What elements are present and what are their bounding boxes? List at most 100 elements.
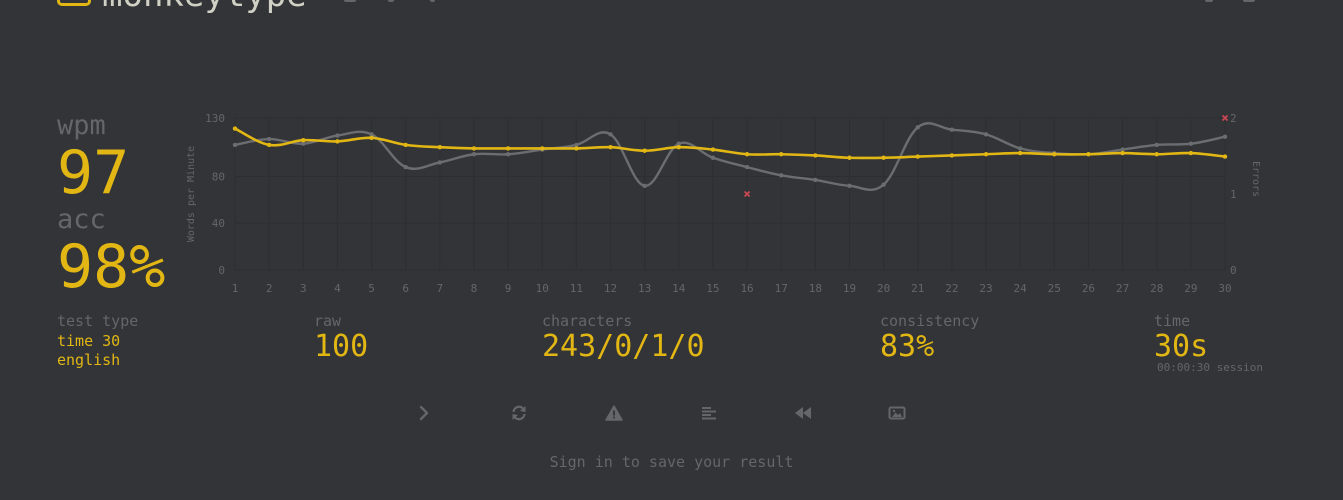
raw-point [505, 152, 511, 157]
backward-icon [795, 407, 811, 419]
raw-label: raw [314, 312, 342, 330]
y2-axis-title: Errors [1250, 161, 1261, 197]
keyboard-logo-icon[interactable] [57, 0, 91, 6]
x-tick-label: 7 [437, 282, 444, 295]
y-tick-label: 40 [212, 217, 225, 230]
x-tick-label: 15 [706, 282, 719, 295]
raw-point [335, 133, 340, 138]
x-tick-label: 16 [740, 282, 753, 295]
raw-point [471, 152, 477, 157]
wpm-chart: 040801300121 2 3 4 5 6 7 8 9 10 11 12 13 14 15 16 17 18 19… [186, 112, 1261, 295]
user-icon[interactable] [1243, 0, 1255, 2]
align-left-icon [702, 407, 716, 420]
sign-in-link[interactable]: Sign in to save your result [0, 453, 1343, 471]
wpm-point [881, 155, 886, 160]
raw-point [608, 132, 613, 137]
wpm-point [676, 145, 681, 150]
x-tick-label: 9 [505, 282, 512, 295]
session-time: 00:00:30 session [1157, 361, 1263, 374]
raw-point [847, 183, 852, 189]
consistency-value: 83% [880, 329, 935, 364]
wpm-point [505, 146, 511, 151]
acc-label: acc [57, 204, 106, 235]
wpm-point [779, 152, 784, 157]
restart-test-button[interactable] [506, 400, 532, 426]
x-tick-label: 28 [1150, 282, 1163, 295]
test-type-mode: time 30 [57, 332, 121, 350]
y-tick-label: 80 [212, 170, 225, 183]
x-tick-label: 4 [334, 282, 341, 295]
x-tick-label: 3 [300, 282, 307, 295]
raw-point [949, 127, 955, 132]
x-tick-label: 11 [570, 282, 583, 295]
y2-tick-label: 2 [1230, 112, 1237, 125]
warning-icon [605, 405, 623, 421]
raw-point [1017, 146, 1023, 151]
logo-text[interactable]: monkeytype [102, 0, 307, 12]
wpm-point [949, 153, 955, 158]
x-tick-label: 21 [911, 282, 924, 295]
acc-value: 98% [57, 232, 166, 302]
x-tick-label: 25 [1048, 282, 1061, 295]
x-tick-label: 5 [368, 282, 375, 295]
raw-point [813, 177, 818, 183]
wpm-point [437, 145, 443, 150]
x-tick-label: 2 [266, 282, 273, 295]
raw-point [1154, 142, 1159, 148]
wpm-point [642, 148, 647, 153]
characters-label: characters [542, 312, 633, 330]
wpm-point [847, 155, 852, 160]
x-tick-label: 13 [638, 282, 651, 295]
info-icon[interactable] [430, 0, 435, 2]
wpm-point [983, 152, 989, 157]
wpm-point [608, 145, 613, 150]
raw-point [915, 125, 920, 130]
characters-value: 243/0/1/0 [542, 329, 705, 364]
x-tick-label: 23 [979, 282, 992, 295]
watch-replay-button[interactable] [790, 400, 816, 426]
x-tick-label: 24 [1014, 282, 1028, 295]
wpm-point [1222, 154, 1228, 159]
wpm-point [301, 138, 306, 143]
raw-point [744, 164, 750, 170]
bell-icon[interactable] [1205, 0, 1213, 2]
image-icon [888, 406, 906, 420]
x-tick-label: 29 [1184, 282, 1197, 295]
wpm-point [813, 153, 818, 158]
y-tick-label: 130 [205, 112, 225, 125]
raw-point [266, 136, 272, 142]
wpm-point [574, 146, 579, 151]
wpm-point [1120, 150, 1125, 156]
x-tick-label: 8 [471, 282, 478, 295]
x-tick-label: 26 [1082, 282, 1095, 295]
consistency-label: consistency [880, 312, 980, 330]
save-screenshot-button[interactable] [884, 400, 910, 426]
wpm-point [915, 154, 920, 159]
wpm-point [710, 147, 716, 152]
x-tick-label: 18 [809, 282, 822, 295]
raw-point [779, 173, 784, 178]
keyboard-icon[interactable] [344, 0, 356, 2]
wpm-point [540, 146, 545, 151]
time-label: time [1154, 312, 1191, 330]
word-history-button[interactable] [696, 400, 722, 426]
y-tick-label: 0 [218, 264, 225, 277]
x-tick-label: 27 [1116, 282, 1129, 295]
x-tick-label: 20 [877, 282, 890, 295]
raw-point [1188, 141, 1194, 146]
next-test-button[interactable] [411, 400, 437, 426]
refresh-icon [512, 405, 526, 421]
raw-point [881, 182, 886, 187]
x-tick-label: 1 [232, 282, 239, 295]
raw-line [234, 122, 1226, 192]
x-tick-label: 10 [536, 282, 549, 295]
practice-mistakes-button[interactable] [601, 400, 627, 426]
y2-tick-label: 0 [1230, 264, 1237, 277]
raw-point [403, 164, 408, 170]
chevron-right-icon [419, 405, 429, 421]
x-tick-label: 19 [843, 282, 856, 295]
wpm-point [471, 146, 477, 151]
crown-icon[interactable] [388, 0, 394, 2]
y2-tick-label: 1 [1230, 188, 1237, 201]
x-tick-label: 22 [945, 282, 958, 295]
